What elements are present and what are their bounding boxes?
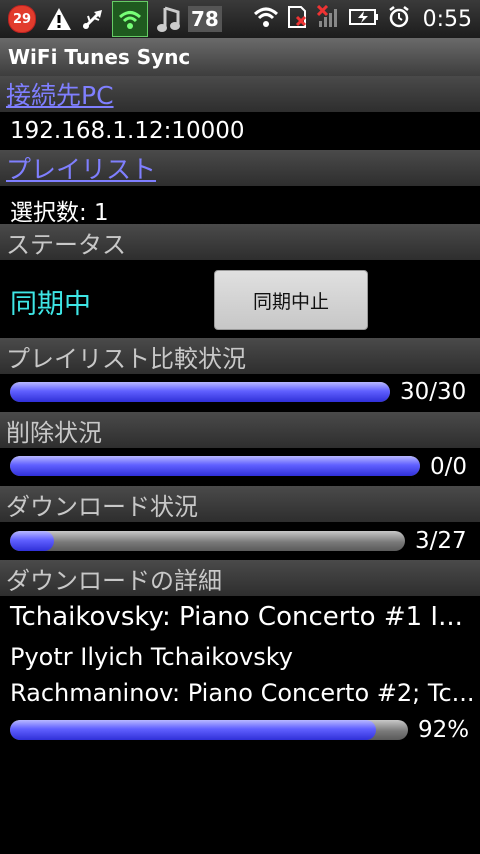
connection-section-header: 接続先PC [0,76,480,112]
download-progress-fill [10,531,54,551]
track-artist: Pyotr Ilyich Tchaikovsky [10,643,293,671]
download-status-header: ダウンロード状況 [0,486,480,522]
playlist-compare-count: 30/30 [400,379,467,405]
playlist-compare-progress-fill [10,382,390,402]
notification-count-badge[interactable]: 29 [8,5,36,33]
download-detail-header: ダウンロードの詳細 [0,560,480,596]
clock: 0:55 [422,6,472,32]
app-title-bar: WiFi Tunes Sync [0,38,480,76]
status-section-header: ステータス [0,224,480,260]
wifi-icon [253,6,279,32]
sync-status-text: 同期中 [10,289,91,320]
delete-progress-fill [10,456,420,476]
playlist-compare-header: プレイリスト比較状況 [0,338,480,374]
delete-progress-bar [10,456,420,476]
download-count: 3/27 [415,528,467,554]
signal-off-icon [316,4,341,33]
playlist-compare-progress-bar [10,382,390,402]
delete-count: 0/0 [430,454,468,480]
download-detail-label: ダウンロードの詳細 [6,566,222,595]
delete-status-label: 削除状況 [6,418,102,447]
stop-sync-button[interactable]: 同期中止 [214,270,368,330]
playlist-compare-label: プレイリスト比較状況 [6,344,246,373]
delete-status-header: 削除状況 [0,412,480,448]
music-note-icon[interactable] [154,0,184,38]
status-bar: 29 78 0:55 [0,0,480,38]
track-album: Rachmaninov: Piano Concerto #2; Tc... [10,679,475,707]
download-status-label: ダウンロード状況 [6,492,198,521]
battery-charging-icon [348,7,379,31]
battery-percent: 78 [188,6,222,32]
app-title: WiFi Tunes Sync [8,45,191,69]
playlist-selection-count: 選択数: 1 [10,200,109,226]
sim-icon [287,5,309,33]
track-title: Tchaikovsky: Piano Concerto #1 I... [10,602,463,632]
track-download-percent: 92% [418,717,470,743]
shield-icon[interactable] [112,1,148,37]
playlist-section-header: プレイリスト [0,150,480,186]
track-download-progress-fill [10,720,377,740]
track-download-progress-bar [10,720,408,740]
download-progress-bar [10,531,405,551]
status-header-label: ステータス [6,230,126,259]
warning-icon[interactable] [46,0,72,38]
usb-icon[interactable] [80,0,106,38]
alarm-icon [387,5,411,33]
connection-pc-link[interactable]: 接続先PC [6,76,114,112]
playlist-link[interactable]: プレイリスト [6,150,156,186]
connection-pc-value: 192.168.1.12:10000 [10,118,245,144]
